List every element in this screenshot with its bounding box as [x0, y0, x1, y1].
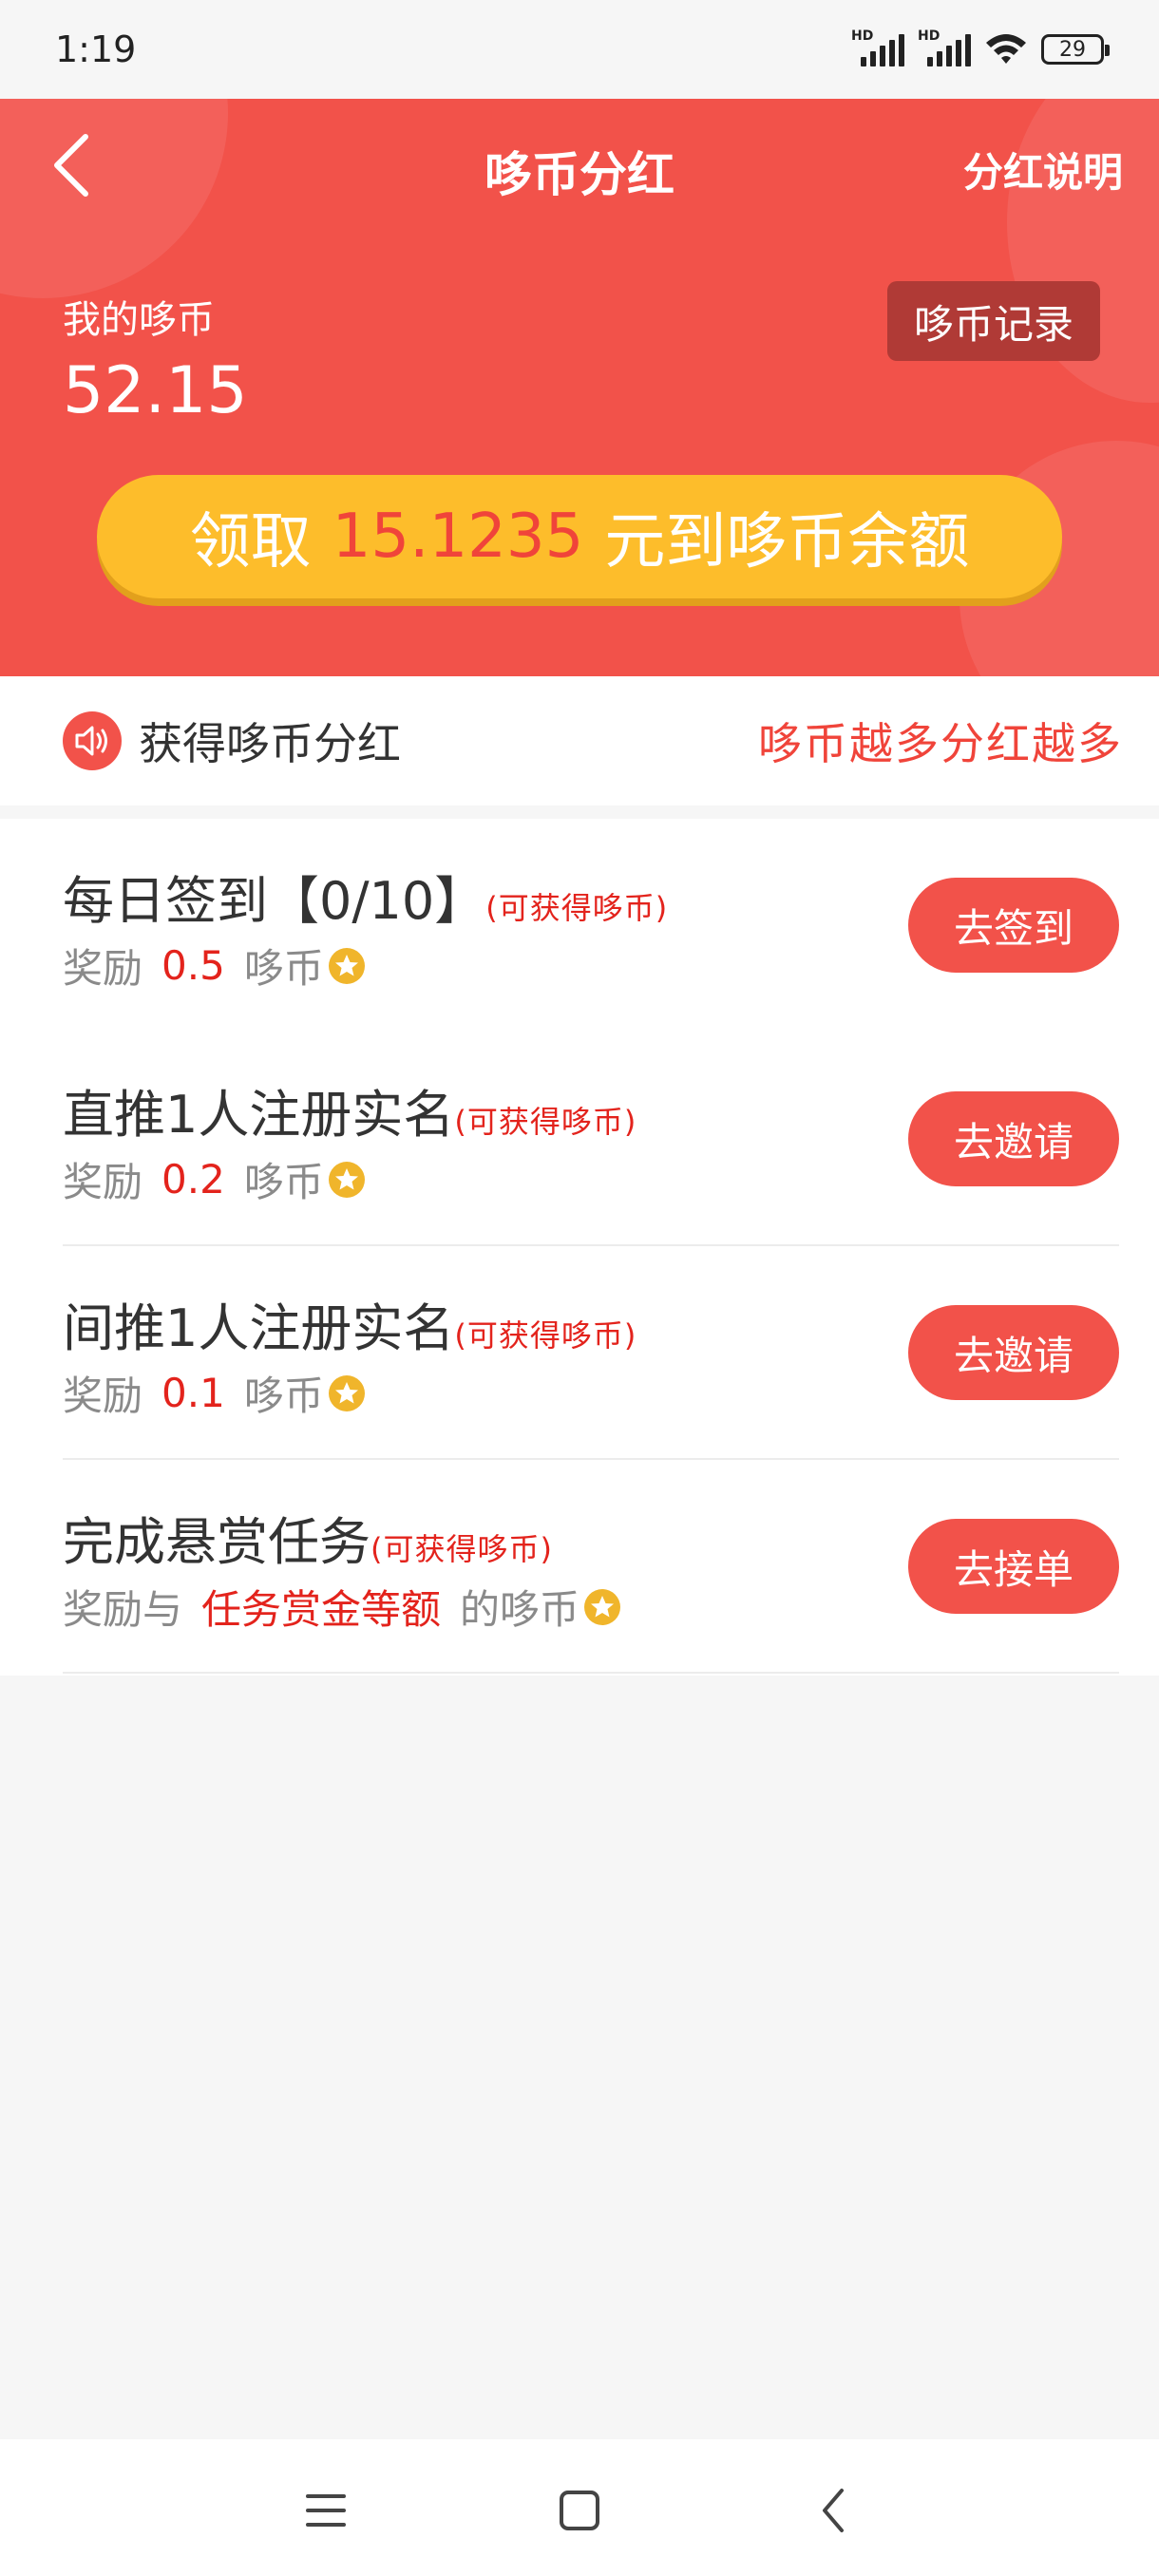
reward-prefix: 奖励与	[63, 1586, 183, 1633]
claim-suffix: 元到哆币余额	[604, 507, 970, 578]
claim-prefix: 领取	[189, 507, 312, 578]
star-coin-icon	[584, 1588, 621, 1625]
reward-prefix: 奖励	[63, 1159, 143, 1205]
task-hint: (可获得哆币)	[454, 1104, 637, 1140]
invite-button[interactable]: 去邀请	[908, 1091, 1119, 1186]
battery-icon: 29	[1041, 34, 1110, 65]
dividend-info-link[interactable]: 分红说明	[963, 141, 1123, 199]
wifi-icon	[986, 34, 1026, 64]
task-item-direct-invite: 直推1人注册实名(可获得哆币) 奖励 0.2 哆币 去邀请	[63, 1032, 1119, 1246]
task-reward: 奖励与 任务赏金等额 的哆币	[63, 1578, 621, 1636]
reward-value: 0.5	[162, 942, 225, 989]
task-item-daily-checkin: 每日签到【0/10】(可获得哆币) 奖励 0.5 哆币 去签到	[63, 819, 1119, 1032]
reward-suffix: 哆币	[243, 1159, 324, 1205]
status-time: 1:19	[55, 28, 137, 70]
back-chevron-icon[interactable]	[800, 2477, 866, 2544]
reward-suffix: 的哆币	[460, 1586, 580, 1633]
task-title: 间推1人注册实名(可获得哆币)	[63, 1286, 636, 1361]
page: 1:19 HD HD 29 哆币分红 分红说明 我的哆币 52.15 哆币记录 …	[0, 0, 1159, 2576]
task-hint: (可获得哆币)	[370, 1531, 553, 1567]
invite-button[interactable]: 去邀请	[908, 1305, 1119, 1400]
reward-value: 任务赏金等额	[201, 1586, 442, 1633]
star-coin-icon	[328, 947, 365, 984]
notice-title: 获得哆币分红	[139, 718, 401, 769]
notice-bar: 获得哆币分红 哆币越多分红越多	[0, 676, 1159, 805]
my-coin-label: 我的哆币	[63, 298, 215, 342]
signal-icon-2: HD	[918, 28, 971, 68]
speaker-icon	[63, 711, 122, 770]
reward-prefix: 奖励	[63, 1373, 143, 1419]
task-hint: (可获得哆币)	[485, 890, 669, 926]
checkin-button[interactable]: 去签到	[908, 878, 1119, 973]
task-item-indirect-invite: 间推1人注册实名(可获得哆币) 奖励 0.1 哆币 去邀请	[63, 1246, 1119, 1460]
task-item-bounty: 完成悬赏任务(可获得哆币) 奖励与 任务赏金等额 的哆币 去接单	[63, 1460, 1119, 1674]
task-title-text: 完成悬赏任务	[63, 1512, 370, 1572]
reward-value: 0.2	[162, 1156, 225, 1203]
star-coin-icon	[328, 1374, 365, 1411]
task-title: 完成悬赏任务(可获得哆币)	[63, 1500, 553, 1575]
task-hint: (可获得哆币)	[454, 1317, 637, 1354]
task-title: 每日签到【0/10】(可获得哆币)	[63, 859, 668, 934]
claim-button[interactable]: 领取 15.1235 元到哆币余额	[97, 475, 1062, 598]
menu-icon[interactable]	[293, 2477, 359, 2544]
reward-suffix: 哆币	[243, 1373, 324, 1419]
home-square-icon[interactable]	[546, 2477, 613, 2544]
task-reward: 奖励 0.1 哆币	[63, 1364, 366, 1422]
my-coin-value: 52.15	[63, 353, 248, 428]
task-title-text: 直推1人注册实名	[63, 1085, 455, 1145]
accept-order-button[interactable]: 去接单	[908, 1519, 1119, 1614]
status-icons: HD HD 29	[851, 28, 1110, 68]
battery-level: 29	[1059, 37, 1086, 62]
header-banner: 哆币分红 分红说明 我的哆币 52.15 哆币记录 领取 15.1235 元到哆…	[0, 99, 1159, 676]
notice-slogan: 哆币越多分红越多	[758, 718, 1123, 769]
nav-bar: 哆币分红 分红说明	[0, 99, 1159, 232]
system-nav-bar	[0, 2439, 1159, 2576]
signal-icon-1: HD	[851, 28, 904, 68]
task-title-text: 间推1人注册实名	[63, 1298, 455, 1358]
status-bar: 1:19 HD HD 29	[0, 0, 1159, 99]
task-reward: 奖励 0.5 哆币	[63, 937, 366, 994]
reward-suffix: 哆币	[243, 945, 324, 992]
task-reward: 奖励 0.2 哆币	[63, 1150, 366, 1208]
coin-record-button[interactable]: 哆币记录	[887, 281, 1100, 361]
task-title: 直推1人注册实名(可获得哆币)	[63, 1072, 636, 1147]
task-title-text: 每日签到【0/10】	[63, 871, 486, 931]
reward-value: 0.1	[162, 1370, 225, 1416]
claim-amount: 15.1235	[332, 502, 584, 572]
star-coin-icon	[328, 1161, 365, 1198]
task-list: 每日签到【0/10】(可获得哆币) 奖励 0.5 哆币 去签到 直推1人注册实名…	[0, 819, 1159, 1676]
reward-prefix: 奖励	[63, 945, 143, 992]
